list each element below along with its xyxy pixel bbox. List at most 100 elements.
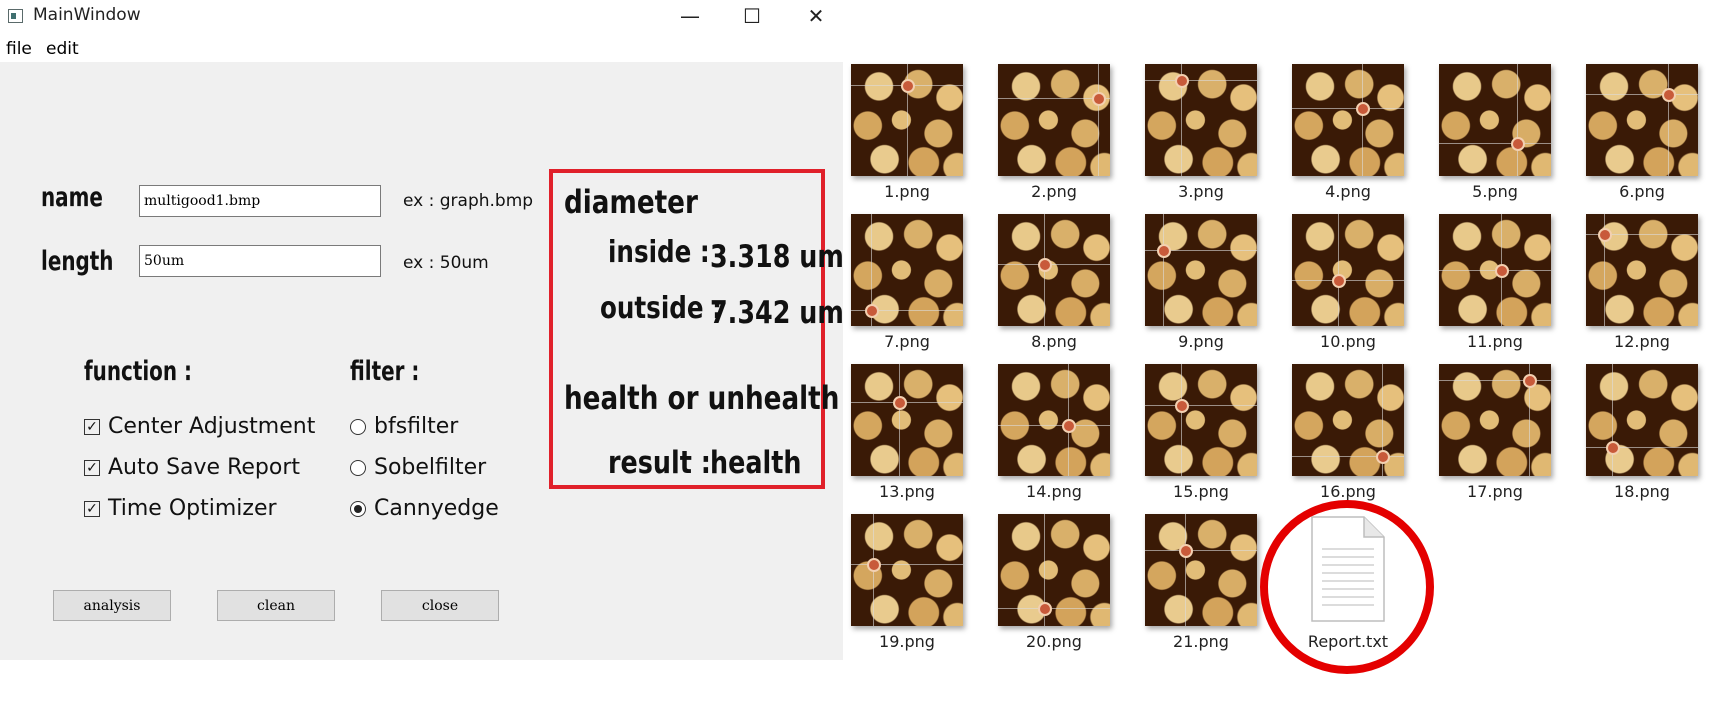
overlay-line <box>1163 214 1164 326</box>
image-thumbnail[interactable] <box>851 214 963 326</box>
center-marker <box>1523 374 1537 388</box>
file-name[interactable]: 7.png <box>832 332 982 351</box>
maximize-button[interactable]: ☐ <box>722 0 782 32</box>
close-icon: ✕ <box>807 4 825 28</box>
radio-label: Sobelfilter <box>374 455 487 480</box>
name-input[interactable]: multigood1.bmp <box>139 185 381 217</box>
main-window: MainWindow — ☐ ✕ file edit name multigoo… <box>0 0 844 660</box>
filter-heading: filter : <box>350 356 420 387</box>
checkbox-label: Auto Save Report <box>108 455 300 480</box>
result-label: result : <box>608 445 711 481</box>
center-marker <box>1038 258 1052 272</box>
image-thumbnail[interactable] <box>1439 214 1551 326</box>
analysis-button[interactable]: analysis <box>53 590 171 621</box>
center-marker <box>1175 399 1189 413</box>
image-thumbnail[interactable] <box>1292 364 1404 476</box>
file-name[interactable]: 6.png <box>1567 182 1710 201</box>
maximize-icon: ☐ <box>743 4 761 28</box>
image-thumbnail[interactable] <box>1586 214 1698 326</box>
center-marker <box>1376 450 1390 464</box>
overlay-line <box>1145 405 1257 406</box>
file-name[interactable]: 3.png <box>1126 182 1276 201</box>
center-marker <box>893 396 907 410</box>
result-value: health <box>710 445 802 481</box>
file-name[interactable]: 17.png <box>1420 482 1570 501</box>
inside-label: inside : <box>608 235 710 270</box>
image-thumbnail[interactable] <box>1145 64 1257 176</box>
radio-label: Cannyedge <box>374 496 499 521</box>
radio-label: bfsfilter <box>374 414 459 439</box>
checkbox-checked-icon: ✓ <box>84 500 100 517</box>
file-name[interactable]: 14.png <box>979 482 1129 501</box>
file-name[interactable]: 2.png <box>979 182 1129 201</box>
center-marker <box>1179 544 1193 558</box>
file-name[interactable]: 11.png <box>1420 332 1570 351</box>
image-thumbnail[interactable] <box>998 364 1110 476</box>
center-adjustment-checkbox[interactable]: ✓ Center Adjustment <box>84 414 315 439</box>
inside-value: 3.318 um <box>710 239 844 275</box>
file-name[interactable]: 8.png <box>979 332 1129 351</box>
image-thumbnail[interactable] <box>1145 514 1257 626</box>
file-name[interactable]: 13.png <box>832 482 982 501</box>
overlay-line <box>1668 64 1669 176</box>
image-thumbnail[interactable] <box>998 514 1110 626</box>
file-name[interactable]: 21.png <box>1126 632 1276 651</box>
auto-save-report-checkbox[interactable]: ✓ Auto Save Report <box>84 455 300 480</box>
clean-button[interactable]: clean <box>217 590 335 621</box>
overlay-line <box>1362 64 1363 176</box>
image-thumbnail[interactable] <box>998 64 1110 176</box>
file-name[interactable]: 4.png <box>1273 182 1423 201</box>
image-thumbnail[interactable] <box>851 514 963 626</box>
center-marker <box>1598 228 1612 242</box>
file-name[interactable]: 1.png <box>832 182 982 201</box>
image-thumbnail[interactable] <box>851 364 963 476</box>
time-optimizer-checkbox[interactable]: ✓ Time Optimizer <box>84 496 277 521</box>
image-thumbnail[interactable] <box>1586 364 1698 476</box>
image-thumbnail[interactable] <box>851 64 963 176</box>
bfsfilter-radio[interactable]: bfsfilter <box>350 414 458 439</box>
report-highlight-circle <box>1260 500 1434 674</box>
sobelfilter-radio[interactable]: Sobelfilter <box>350 455 486 480</box>
file-name[interactable]: 9.png <box>1126 332 1276 351</box>
menu-edit[interactable]: edit <box>46 39 79 59</box>
overlay-line <box>1185 514 1186 626</box>
cannyedge-radio[interactable]: Cannyedge <box>350 496 499 521</box>
minimize-button[interactable]: — <box>660 0 720 32</box>
checkbox-checked-icon: ✓ <box>84 459 100 476</box>
image-thumbnail[interactable] <box>1145 364 1257 476</box>
minimize-icon: — <box>680 4 700 28</box>
image-thumbnail[interactable] <box>1439 64 1551 176</box>
image-thumbnail[interactable] <box>1292 214 1404 326</box>
image-thumbnail[interactable] <box>1586 64 1698 176</box>
overlay-line <box>899 364 900 476</box>
file-name[interactable]: 19.png <box>832 632 982 651</box>
overlay-line <box>1181 364 1182 476</box>
name-label: name <box>41 182 103 213</box>
file-name[interactable]: 20.png <box>979 632 1129 651</box>
image-thumbnail[interactable] <box>1292 64 1404 176</box>
length-example: ex : 50um <box>403 253 489 273</box>
close-button[interactable]: close <box>381 590 499 621</box>
length-input[interactable]: 50um <box>139 245 381 277</box>
image-thumbnail[interactable] <box>1145 214 1257 326</box>
center-marker <box>901 79 915 93</box>
overlay-line <box>1145 80 1257 81</box>
menu-file[interactable]: file <box>6 39 32 59</box>
name-example: ex : graph.bmp <box>403 191 534 211</box>
file-name[interactable]: 12.png <box>1567 332 1710 351</box>
file-name[interactable]: 10.png <box>1273 332 1423 351</box>
center-marker <box>1062 419 1076 433</box>
file-name[interactable]: 18.png <box>1567 482 1710 501</box>
close-window-button[interactable]: ✕ <box>786 0 846 32</box>
title-bar: MainWindow — ☐ ✕ <box>0 0 843 32</box>
file-name[interactable]: 5.png <box>1420 182 1570 201</box>
image-thumbnail[interactable] <box>1439 364 1551 476</box>
image-thumbnail[interactable] <box>998 214 1110 326</box>
file-name[interactable]: 15.png <box>1126 482 1276 501</box>
file-name[interactable]: 16.png <box>1273 482 1423 501</box>
center-marker <box>867 558 881 572</box>
center-marker <box>1175 74 1189 88</box>
center-marker <box>1356 102 1370 116</box>
overlay-line <box>998 264 1110 265</box>
app-icon <box>8 9 23 23</box>
